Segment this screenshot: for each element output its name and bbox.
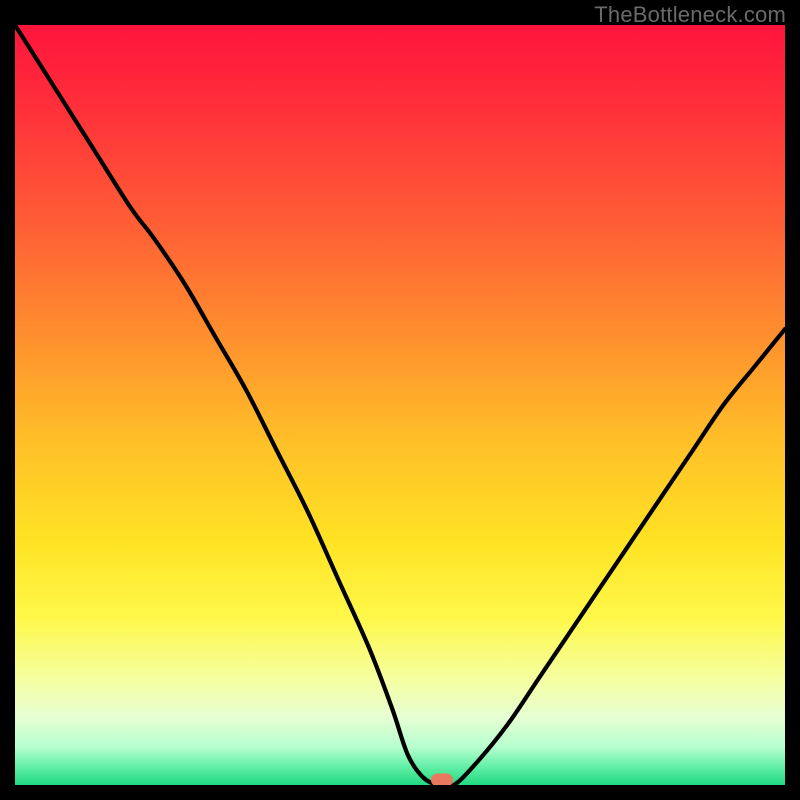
plot-area (15, 25, 785, 785)
chart-stage: TheBottleneck.com (0, 0, 800, 800)
bottleneck-curve (15, 25, 785, 785)
